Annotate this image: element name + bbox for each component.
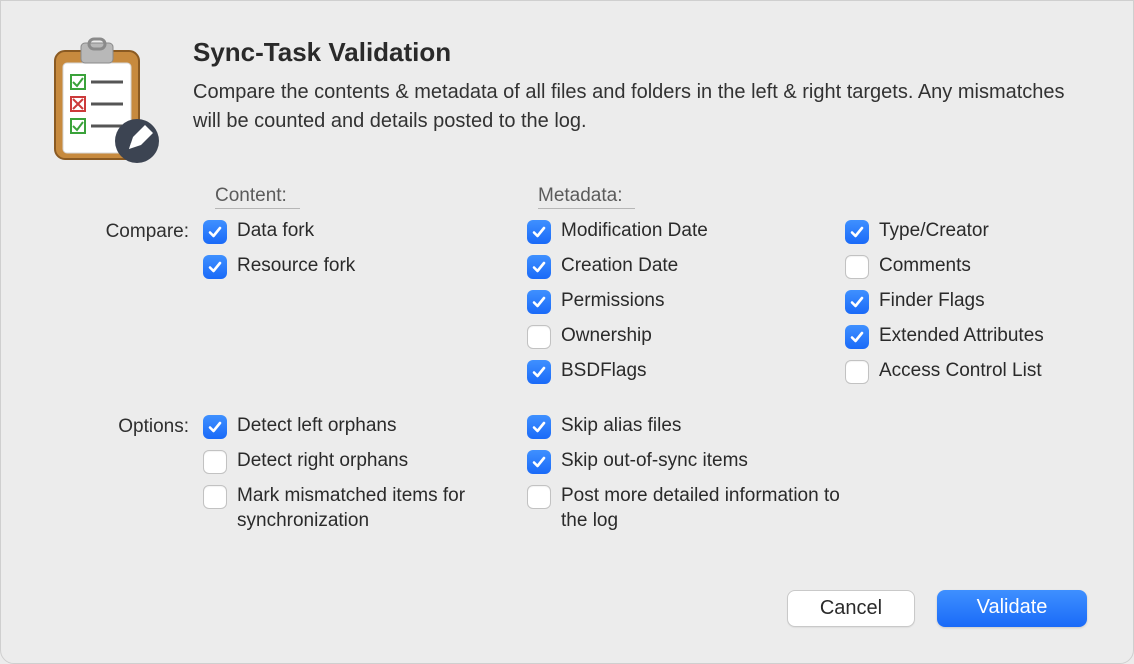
dialog-title: Sync-Task Validation xyxy=(193,37,1093,68)
dialog-description: Compare the contents & metadata of all f… xyxy=(193,78,1093,136)
checkbox-row[interactable]: BSDFlags xyxy=(527,359,845,384)
checkbox[interactable] xyxy=(845,360,869,384)
checkbox[interactable] xyxy=(845,255,869,279)
checkbox-row[interactable]: Ownership xyxy=(527,324,845,349)
compare-metadata-column-b: Type/Creator Comments Finder Flags Extended… xyxy=(845,219,1093,384)
options-label: Options: xyxy=(37,414,203,533)
compare-label: Compare: xyxy=(37,219,203,384)
checkbox[interactable] xyxy=(527,485,551,509)
checkbox-label: Detect left orphans xyxy=(237,414,396,439)
checkbox[interactable] xyxy=(203,485,227,509)
checkbox[interactable] xyxy=(845,290,869,314)
checkbox-row[interactable]: Detect left orphans xyxy=(203,414,527,439)
checkbox-row[interactable]: Data fork xyxy=(203,219,527,244)
checkbox-row[interactable]: Permissions xyxy=(527,289,845,314)
checkbox-row[interactable]: Extended Attributes xyxy=(845,324,1093,349)
checkbox[interactable] xyxy=(527,415,551,439)
checkbox-row[interactable]: Skip alias files xyxy=(527,414,1093,439)
checkbox-row[interactable]: Post more detailed information to the lo… xyxy=(527,484,1093,533)
checkbox-label: Ownership xyxy=(561,324,652,349)
checkbox-label: Skip alias files xyxy=(561,414,681,439)
checkbox-row[interactable]: Finder Flags xyxy=(845,289,1093,314)
checkbox[interactable] xyxy=(527,360,551,384)
clipboard-validate-icon xyxy=(37,37,165,167)
checkbox-row[interactable]: Modification Date xyxy=(527,219,845,244)
checkbox-row[interactable]: Detect right orphans xyxy=(203,449,527,474)
checkbox-label: Type/Creator xyxy=(879,219,989,244)
checkbox[interactable] xyxy=(845,220,869,244)
checkbox[interactable] xyxy=(527,325,551,349)
checkbox-label: Creation Date xyxy=(561,254,678,279)
checkbox[interactable] xyxy=(203,450,227,474)
checkbox-label: Data fork xyxy=(237,219,314,244)
cancel-button[interactable]: Cancel xyxy=(787,590,915,627)
compare-content-column: Data fork Resource fork xyxy=(203,219,527,384)
checkbox[interactable] xyxy=(203,220,227,244)
checkbox-label: Post more detailed information to the lo… xyxy=(561,484,841,533)
checkbox-label: Extended Attributes xyxy=(879,324,1044,349)
metadata-section-header: Metadata: xyxy=(538,185,635,209)
compare-metadata-column-a: Modification Date Creation Date Permission… xyxy=(527,219,845,384)
checkbox-label: Resource fork xyxy=(237,254,355,279)
checkbox-row[interactable]: Mark mismatched items for synchronizatio… xyxy=(203,484,527,533)
validate-button[interactable]: Validate xyxy=(937,590,1087,627)
checkbox-label: Comments xyxy=(879,254,971,279)
checkbox[interactable] xyxy=(203,415,227,439)
checkbox-label: BSDFlags xyxy=(561,359,647,384)
checkbox[interactable] xyxy=(527,220,551,244)
checkbox-label: Permissions xyxy=(561,289,664,314)
checkbox-label: Finder Flags xyxy=(879,289,985,314)
checkbox-row[interactable]: Skip out-of-sync items xyxy=(527,449,1093,474)
checkbox-label: Detect right orphans xyxy=(237,449,408,474)
options-column-a: Detect left orphans Detect right orphans M… xyxy=(203,414,527,533)
checkbox-row[interactable]: Access Control List xyxy=(845,359,1093,384)
checkbox-row[interactable]: Resource fork xyxy=(203,254,527,279)
checkbox-row[interactable]: Comments xyxy=(845,254,1093,279)
checkbox[interactable] xyxy=(203,255,227,279)
checkbox-label: Mark mismatched items for synchronizatio… xyxy=(237,484,517,533)
checkbox-label: Access Control List xyxy=(879,359,1042,384)
checkbox[interactable] xyxy=(527,255,551,279)
options-column-b: Skip alias files Skip out-of-sync items Po… xyxy=(527,414,1093,533)
checkbox[interactable] xyxy=(527,450,551,474)
checkbox-label: Skip out-of-sync items xyxy=(561,449,748,474)
checkbox[interactable] xyxy=(527,290,551,314)
checkbox-row[interactable]: Creation Date xyxy=(527,254,845,279)
checkbox-row[interactable]: Type/Creator xyxy=(845,219,1093,244)
sync-task-validation-dialog: Sync-Task Validation Compare the content… xyxy=(0,0,1134,664)
checkbox-label: Modification Date xyxy=(561,219,708,244)
checkbox[interactable] xyxy=(845,325,869,349)
content-section-header: Content: xyxy=(215,185,300,209)
